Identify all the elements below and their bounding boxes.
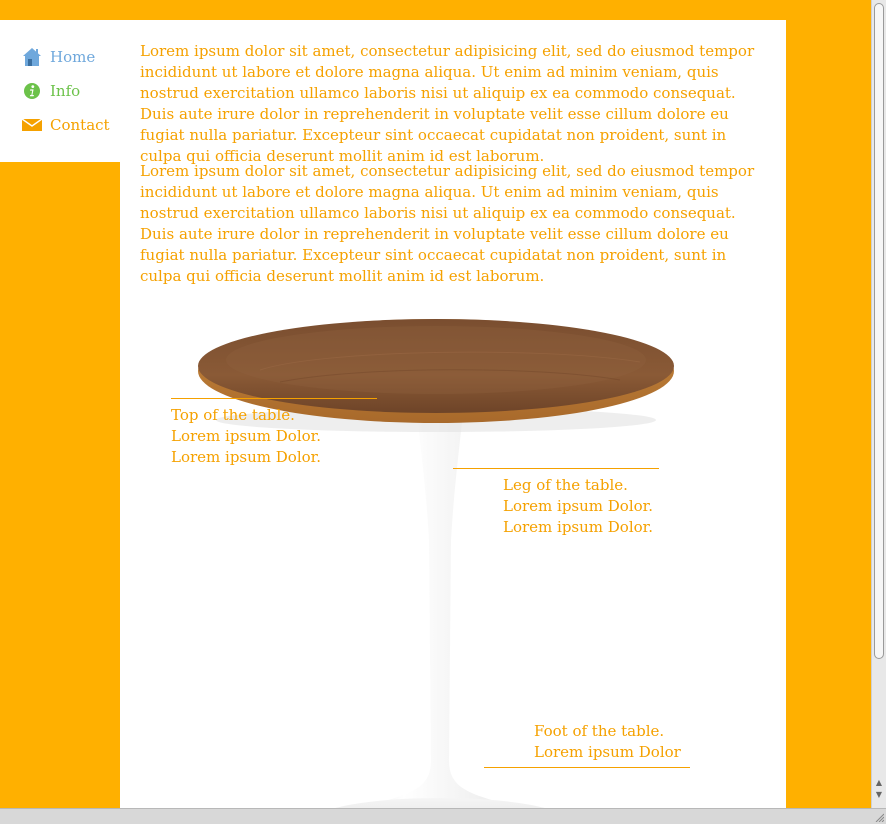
nav-label-home: Home — [50, 48, 96, 66]
annotation-leg: Leg of the table. Lorem ipsum Dolor. Lor… — [503, 476, 653, 536]
main-content: Lorem ipsum dolor sit amet, consectetur … — [120, 20, 786, 808]
info-icon — [22, 81, 42, 101]
resize-grip-icon[interactable] — [874, 812, 884, 822]
vertical-scrollbar[interactable]: ▲ ▼ — [871, 0, 886, 808]
nav-label-info: Info — [50, 82, 81, 100]
page-viewport: Home Info Contact Lorem ipsum dolor sit … — [0, 0, 871, 808]
nav-item-home[interactable]: Home — [22, 40, 120, 74]
nav-item-contact[interactable]: Contact — [22, 108, 120, 142]
sidebar: Home Info Contact — [0, 20, 120, 162]
mail-icon — [22, 115, 42, 135]
annotation-line-leg — [453, 468, 659, 469]
annotation-foot: Foot of the table. Lorem ipsum Dolor — [534, 722, 681, 761]
nav-label-contact: Contact — [50, 116, 110, 134]
annotation-top: Top of the table. Lorem ipsum Dolor. Lor… — [171, 406, 321, 466]
table-foot — [335, 798, 545, 808]
annotation-line-foot — [484, 767, 690, 768]
home-icon — [22, 47, 42, 67]
scrollbar-thumb[interactable] — [874, 3, 884, 659]
nav-menu: Home Info Contact — [0, 20, 120, 142]
scroll-up-arrow-icon[interactable]: ▲ — [874, 778, 884, 788]
scroll-down-arrow-icon[interactable]: ▼ — [874, 790, 884, 800]
annotation-line-top — [171, 398, 377, 399]
status-bar — [0, 808, 886, 824]
nav-item-info[interactable]: Info — [22, 74, 120, 108]
